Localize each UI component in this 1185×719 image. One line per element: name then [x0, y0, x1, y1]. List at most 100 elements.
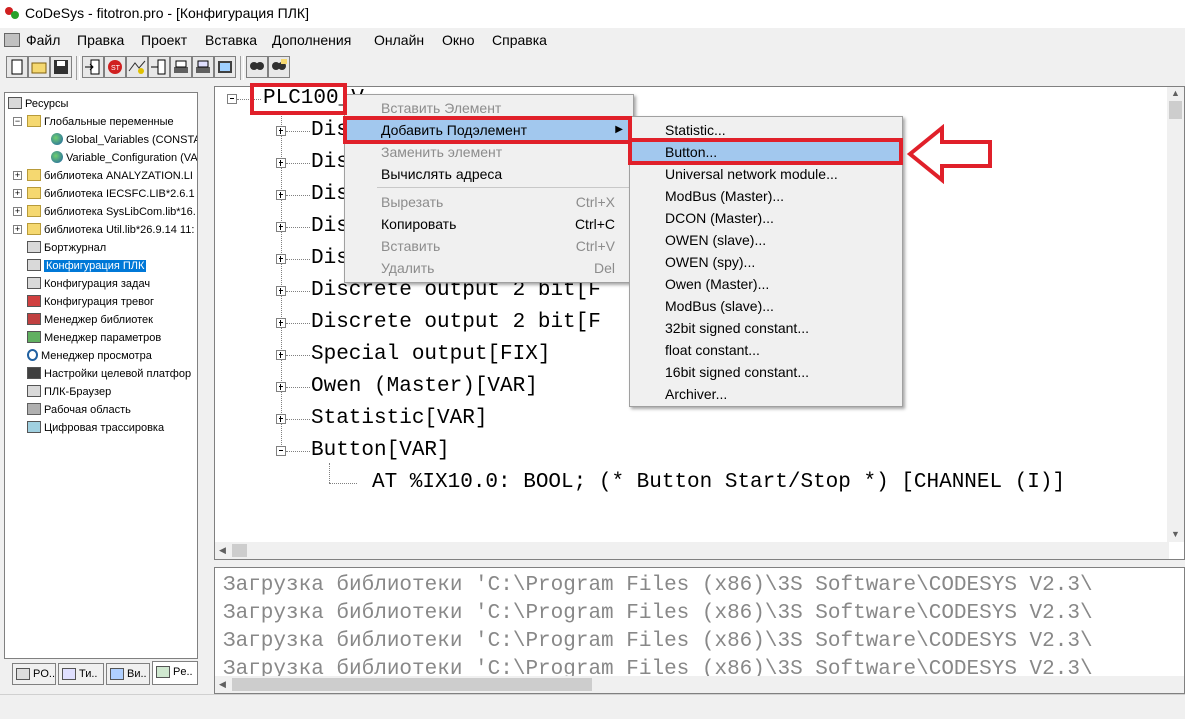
expand-icon[interactable] — [276, 254, 286, 264]
svg-text:ST: ST — [111, 65, 121, 72]
expand-icon[interactable] — [276, 350, 286, 360]
expand-icon[interactable] — [276, 286, 286, 296]
tab-pous[interactable]: PO.. — [12, 663, 56, 685]
menu-online[interactable]: Онлайн — [374, 32, 424, 48]
submenu-item-16bit-constant[interactable]: 16bit signed constant... — [632, 361, 900, 383]
menu-item-paste[interactable]: Вставить Ctrl+V — [347, 235, 631, 257]
breakpoint-icon[interactable] — [126, 56, 148, 78]
scroll-up-icon[interactable]: ▲ — [1171, 88, 1180, 98]
find-next-icon[interactable] — [268, 56, 290, 78]
menu-extras[interactable]: Дополнения — [272, 32, 351, 48]
scroll-thumb[interactable] — [1169, 101, 1182, 119]
expand-icon[interactable]: + — [13, 207, 22, 216]
scroll-thumb[interactable] — [232, 678, 592, 691]
submenu-item-modbus-slave[interactable]: ModBus (slave)... — [632, 295, 900, 317]
submenu-item-owen-spy[interactable]: OWEN (spy)... — [632, 251, 900, 273]
scroll-thumb[interactable] — [232, 544, 247, 557]
force-values-icon[interactable] — [192, 56, 214, 78]
tree-node-owen-master[interactable]: Owen (Master)[VAR] — [311, 375, 538, 398]
scroll-down-icon[interactable]: ▼ — [1171, 529, 1180, 539]
save-icon[interactable] — [50, 56, 72, 78]
expand-icon[interactable]: + — [13, 189, 22, 198]
scroll-left-icon[interactable]: ◀ — [219, 679, 226, 690]
tree-item-trace[interactable]: Цифровая трассировка — [27, 419, 164, 437]
expand-icon[interactable]: + — [13, 171, 22, 180]
tree-item-watch-manager[interactable]: Менеджер просмотра — [27, 347, 152, 365]
expand-icon[interactable] — [276, 190, 286, 200]
tree-node-button-channel[interactable]: AT %IX10.0: BOOL; (* Button Start/Stop *… — [372, 471, 1065, 494]
menu-item-replace-element[interactable]: Заменить элемент — [347, 141, 631, 163]
submenu-item-float-constant[interactable]: float constant... — [632, 339, 900, 361]
tree-item-logbook[interactable]: Бортжурнал — [27, 239, 106, 257]
tree-item-alarm-configuration[interactable]: Конфигурация тревог — [27, 293, 154, 311]
menu-help[interactable]: Справка — [492, 32, 547, 48]
expand-icon[interactable] — [276, 414, 286, 424]
tree-item-library-manager[interactable]: Менеджер библиотек — [27, 311, 153, 329]
submenu-item-dcon-master[interactable]: DCON (Master)... — [632, 207, 900, 229]
message-horizontal-scrollbar[interactable]: ◀ — [215, 676, 1184, 693]
tree-node-discrete-output[interactable]: Discrete output 2 bit[F — [311, 311, 601, 334]
submenu-item-archiver[interactable]: Archiver... — [632, 383, 900, 405]
tree-item-library[interactable]: библиотека ANALYZATION.LI — [27, 167, 193, 185]
tree-item-library[interactable]: библиотека IECSFC.LIB*2.6.1 — [27, 185, 195, 203]
menu-item-delete[interactable]: Удалить Del — [347, 257, 631, 279]
submenu-item-32bit-constant[interactable]: 32bit signed constant... — [632, 317, 900, 339]
expand-icon[interactable] — [276, 318, 286, 328]
tree-connector — [286, 355, 310, 356]
tree-item-library[interactable]: библиотека Util.lib*26.9.14 11: — [27, 221, 194, 239]
tree-item-parameter-manager[interactable]: Менеджер параметров — [27, 329, 161, 347]
expand-icon[interactable] — [276, 382, 286, 392]
tree-item-global-vars[interactable]: Глобальные переменные — [27, 113, 174, 131]
folder-icon — [27, 223, 41, 235]
tree-item-target-settings[interactable]: Настройки целевой платфор — [27, 365, 191, 383]
menu-file[interactable]: Файл — [26, 32, 60, 48]
editor-vertical-scrollbar[interactable]: ▲ ▼ — [1167, 87, 1184, 542]
submenu-item-owen-slave[interactable]: OWEN (slave)... — [632, 229, 900, 251]
tab-resources[interactable]: Pe.. — [152, 661, 198, 685]
expand-icon[interactable] — [276, 222, 286, 232]
find-icon[interactable] — [246, 56, 268, 78]
tree-node-special-output[interactable]: Special output[FIX] — [311, 343, 550, 366]
menu-window[interactable]: Окно — [442, 32, 475, 48]
tree-item-plc-browser[interactable]: ПЛК-Браузер — [27, 383, 111, 401]
collapse-icon[interactable] — [227, 94, 237, 104]
expand-icon[interactable] — [276, 158, 286, 168]
open-folder-icon[interactable] — [28, 56, 50, 78]
menu-item-cut[interactable]: Вырезать Ctrl+X — [347, 191, 631, 213]
tree-item-library[interactable]: библиотека SysLibCom.lib*16. — [27, 203, 196, 221]
menu-edit[interactable]: Правка — [77, 32, 124, 48]
tab-visualizations[interactable]: Ви.. — [106, 663, 150, 685]
collapse-icon[interactable]: − — [13, 117, 22, 126]
editor-horizontal-scrollbar[interactable]: ◀ — [215, 542, 1169, 559]
tree-item-resources[interactable]: Ресурсы — [8, 95, 68, 113]
new-file-icon[interactable] — [6, 56, 28, 78]
menu-project[interactable]: Проект — [141, 32, 187, 48]
tree-node-button[interactable]: Button[VAR] — [311, 439, 450, 462]
tree-item-variable-configuration[interactable]: Variable_Configuration (VAI — [51, 149, 197, 167]
tree-item-workspace[interactable]: Рабочая область — [27, 401, 131, 419]
write-values-icon[interactable] — [170, 56, 192, 78]
menu-item-copy[interactable]: Копировать Ctrl+C — [347, 213, 631, 235]
tree-node-statistic[interactable]: Statistic[VAR] — [311, 407, 487, 430]
submenu-item-universal-network-module[interactable]: Universal network module... — [632, 163, 900, 185]
login-icon[interactable] — [82, 56, 104, 78]
menu-insert[interactable]: Вставка — [205, 32, 257, 48]
step-into-icon[interactable] — [148, 56, 170, 78]
expand-icon[interactable]: + — [13, 225, 22, 234]
stop-icon[interactable]: ST — [104, 56, 126, 78]
tree-item-plc-configuration[interactable]: Конфигурация ПЛК — [27, 257, 147, 275]
document-system-icon[interactable] — [4, 33, 20, 47]
menu-item-calculate-addresses[interactable]: Вычислять адреса — [347, 163, 631, 185]
panel-splitter[interactable] — [206, 84, 212, 694]
tree-item-task-configuration[interactable]: Конфигурация задач — [27, 275, 150, 293]
highlight-box-button — [628, 138, 903, 165]
submenu-item-modbus-master[interactable]: ModBus (Master)... — [632, 185, 900, 207]
tree-item-global-variables[interactable]: Global_Variables (CONSTA — [51, 131, 197, 149]
tree-connector — [286, 419, 310, 420]
release-force-icon[interactable] — [214, 56, 236, 78]
submenu-item-owen-master[interactable]: Owen (Master)... — [632, 273, 900, 295]
collapse-icon[interactable] — [276, 446, 286, 456]
scroll-left-icon[interactable]: ◀ — [219, 545, 226, 556]
expand-icon[interactable] — [276, 126, 286, 136]
tab-data-types[interactable]: Ти.. — [58, 663, 104, 685]
